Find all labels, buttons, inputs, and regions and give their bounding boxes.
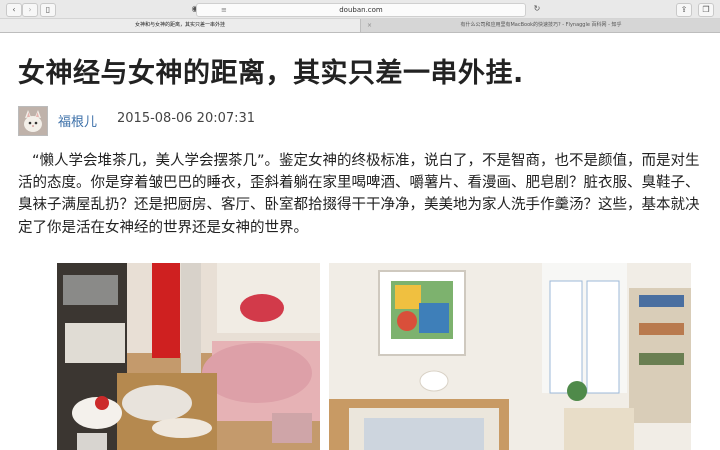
article-paragraph: “懒人学会堆茶几，美人学会摆茶几”。鉴定女神的终极标准，说白了，不是智商，也不是…	[18, 153, 700, 236]
url-text: douban.com	[339, 6, 383, 14]
close-tab-icon[interactable]: ×	[367, 19, 372, 32]
reader-icon[interactable]: ≡	[221, 4, 227, 16]
tab-title: 女神和与女神的距离，其实只差一串外挂	[134, 22, 225, 28]
tidy-room-photo	[329, 263, 691, 450]
messy-room-photo	[57, 263, 320, 450]
tab-article[interactable]: 女神和与女神的距离，其实只差一串外挂	[0, 19, 360, 32]
tab-zhihu[interactable]: × 有什么公司和应用里有MacBook的快速技巧? - Flynaggle 百科…	[360, 19, 720, 32]
reload-icon[interactable]: ↻	[532, 3, 542, 15]
forward-button[interactable]: ›	[22, 3, 38, 17]
tab-bar: 女神和与女神的距离，其实只差一串外挂 × 有什么公司和应用里有MacBook的快…	[0, 19, 720, 33]
sidebar-icon[interactable]: ▯	[40, 3, 56, 17]
share-icon[interactable]: ⇪	[676, 3, 692, 17]
author-avatar[interactable]	[18, 106, 48, 136]
back-button[interactable]: ‹	[6, 3, 22, 17]
tab-title: 有什么公司和应用里有MacBook的快速技巧? - Flynaggle 百科网 …	[460, 22, 622, 28]
address-bar[interactable]: ≡ douban.com	[196, 3, 526, 17]
browser-toolbar: ‹ › ▯ ◉ ≡ douban.com ↻ ⇪ ❐	[0, 0, 720, 19]
tabs-overview-icon[interactable]: ❐	[698, 3, 714, 17]
cat-avatar-icon	[19, 107, 47, 135]
publish-date: 2015-08-06 20:07:31	[117, 111, 256, 126]
article-title: 女神经与女神的距离，其实只差一串外挂.	[18, 58, 524, 89]
author-link[interactable]: 福根儿	[58, 111, 97, 130]
